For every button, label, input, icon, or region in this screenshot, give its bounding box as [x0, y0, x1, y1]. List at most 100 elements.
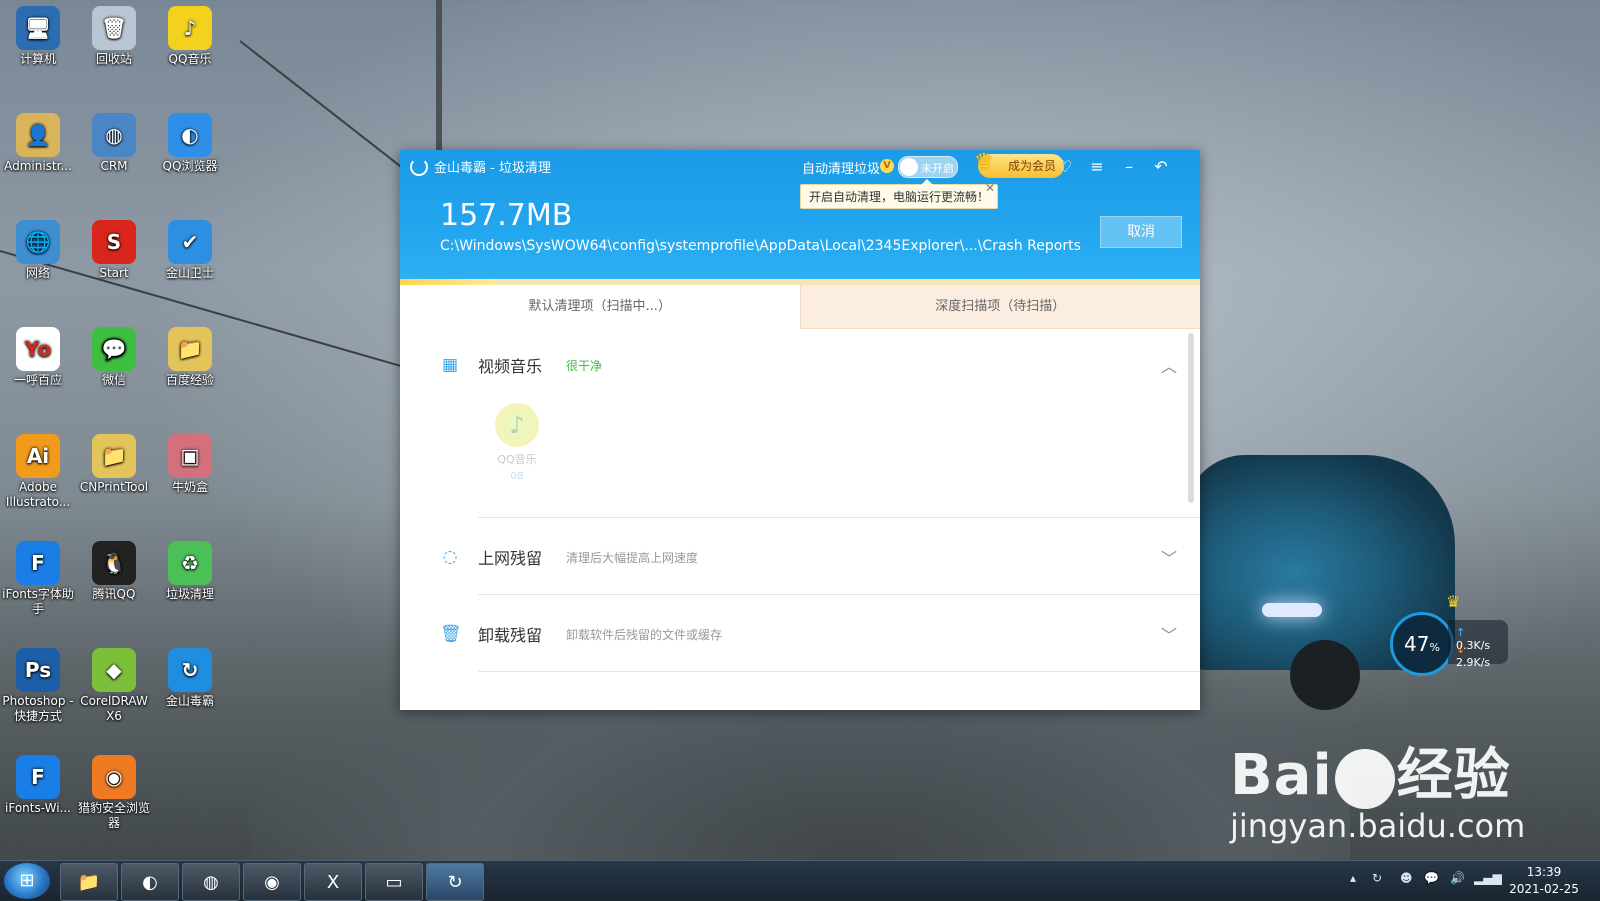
- cheetah-browser-icon[interactable]: ◉: [243, 863, 301, 901]
- desktop-icon[interactable]: S Start: [76, 214, 152, 281]
- qq-browser-icon[interactable]: ◐: [121, 863, 179, 901]
- app-tray-icon[interactable]: ☻: [1400, 871, 1413, 885]
- scrollbar[interactable]: [1188, 333, 1194, 503]
- desktop-icon-label: Administr...: [4, 159, 72, 173]
- desktop-icon[interactable]: 🖥 计算机: [0, 0, 76, 67]
- desktop-icon-label: 牛奶盒: [171, 480, 208, 494]
- auto-clean-toggle[interactable]: 未开启: [898, 156, 958, 178]
- gauge-percent: 47: [1404, 632, 1430, 656]
- network-signal-icon[interactable]: ▂▄▆: [1474, 871, 1502, 885]
- desktop-icon[interactable]: 🐧 腾讯QQ: [76, 535, 152, 602]
- category-status: 很干净: [566, 358, 603, 373]
- desktop-icon-label: Photoshop - 快捷方式: [2, 694, 74, 723]
- clock-time: 13:39: [1526, 865, 1562, 879]
- arrow-up-icon: ↑: [1456, 626, 1466, 639]
- crown-icon: ♛: [1446, 592, 1461, 611]
- category-name: 上网残留: [478, 549, 543, 568]
- globe-icon[interactable]: ◍: [182, 863, 240, 901]
- divider: [478, 594, 1200, 595]
- qq-icon: 🐧: [92, 541, 136, 585]
- desktop-icon[interactable]: ◐ QQ浏览器: [152, 107, 228, 174]
- cancel-button[interactable]: 取消: [1100, 216, 1182, 248]
- loading-icon: ◌: [442, 547, 458, 567]
- watermark-url: jingyan.baidu.com: [1230, 807, 1526, 845]
- desktop-icon[interactable]: ↻ 金山毒霸: [152, 642, 228, 709]
- desktop-icon-label: 金山卫士: [165, 266, 214, 280]
- window-title-bar[interactable]: 金山毒霸 - 垃圾清理: [410, 157, 551, 176]
- desktop-icon[interactable]: FiFonts字体助手: [0, 535, 76, 617]
- vip-badge-icon: V: [880, 159, 894, 173]
- ifonts-icon: F: [16, 541, 60, 585]
- category-description: 清理后大幅提高上网速度: [566, 550, 699, 565]
- app-item-name: QQ音乐: [497, 453, 537, 466]
- desktop-icon[interactable]: Yo 一呼百应: [0, 321, 76, 388]
- desktop-icon[interactable]: 👤 Administr...: [0, 107, 76, 174]
- window-title: 金山毒霸 - 垃圾清理: [434, 161, 551, 176]
- folder-icon: 📁: [92, 434, 136, 478]
- start-button[interactable]: ⊞: [4, 863, 50, 899]
- watermark-text: Bai: [1230, 743, 1333, 808]
- taskbar: ⊞ 📁 ◐ ◍ ◉ X ▭ ↻ ▴ ↻ ☻ 💬 🔊 ▂▄▆ 13:39 2021-02-25: [0, 860, 1600, 901]
- desktop-icon[interactable]: 📁 百度经验: [152, 321, 228, 388]
- desktop-icon-label: iFonts-Wi...: [5, 801, 71, 815]
- desktop-icon[interactable]: ◍ CRM: [76, 107, 152, 174]
- excel-icon[interactable]: X: [304, 863, 362, 901]
- wechat-icon: 💬: [92, 327, 136, 371]
- desktop-icon[interactable]: ✔ 金山卫士: [152, 214, 228, 281]
- app-item-size: 0B: [510, 471, 524, 482]
- chevron-down-icon[interactable]: ﹀: [1158, 545, 1180, 568]
- desktop-icon[interactable]: ▣ 牛奶盒: [152, 428, 228, 495]
- desktop-icon[interactable]: 🌐 网络: [0, 214, 76, 281]
- duba-icon[interactable]: ↻: [426, 863, 484, 901]
- desktop-icon-label: CRM: [100, 159, 128, 173]
- desktop-icon[interactable]: Ps Photoshop - 快捷方式: [0, 642, 76, 724]
- heart-icon[interactable]: ♡: [1054, 156, 1076, 178]
- duba-tray-icon[interactable]: ↻: [1372, 871, 1382, 885]
- scanned-size: 157.7MB: [440, 198, 573, 233]
- desktop-icon[interactable]: ♻ 垃圾清理: [152, 535, 228, 602]
- coreldraw-icon: ◆: [92, 648, 136, 692]
- desktop-icon[interactable]: 🗑 回收站: [76, 0, 152, 67]
- file-explorer-icon[interactable]: 📁: [60, 863, 118, 901]
- auto-clean-tooltip: 开启自动清理，电脑运行更流畅！ ✕: [800, 179, 999, 209]
- cleanup-icon: ♻: [168, 541, 212, 585]
- tab-deep-scan[interactable]: 深度扫描项（待扫描）: [799, 285, 1200, 329]
- auto-clean-label: 自动清理垃圾: [802, 162, 881, 177]
- photo-viewer-icon[interactable]: ▭: [365, 863, 423, 901]
- duba-logo-icon: [410, 157, 428, 176]
- scan-tabs: 默认清理项（扫描中...） 深度扫描项（待扫描）: [400, 285, 1200, 329]
- desktop-icon[interactable]: ◆ CorelDRAW X6: [76, 642, 152, 724]
- wechat-tray-icon[interactable]: 💬: [1424, 871, 1439, 885]
- app-item-qq-music[interactable]: ♪ QQ音乐 0B: [492, 403, 542, 482]
- film-icon: ▦: [441, 355, 459, 375]
- clock-date: 2021-02-25: [1509, 882, 1579, 896]
- wallpaper-car-wheel: [1290, 640, 1360, 710]
- illustrator-icon: Ai: [16, 434, 60, 478]
- menu-icon[interactable]: ≡: [1086, 156, 1108, 178]
- category-description: 卸载软件后残留的文件或缓存: [566, 627, 723, 642]
- back-icon[interactable]: ↶: [1150, 156, 1172, 178]
- chevron-down-icon[interactable]: ﹀: [1158, 622, 1180, 645]
- desktop-icon[interactable]: ♪ QQ音乐: [152, 0, 228, 67]
- toggle-state-text: 未开启: [921, 162, 954, 175]
- clock[interactable]: 13:39 2021-02-25: [1504, 864, 1584, 898]
- desktop-icon-label: CNPrintTool: [79, 480, 149, 494]
- minimize-icon[interactable]: –: [1118, 156, 1140, 178]
- computer-icon: 🖥: [16, 6, 60, 50]
- tab-default-clean[interactable]: 默认清理项（扫描中...）: [400, 285, 800, 329]
- category-row-uninstall-residue[interactable]: 🗑 卸载残留 卸载软件后残留的文件或缓存 ﹀: [440, 614, 1188, 654]
- desktop-icon[interactable]: ◉ 猎豹安全浏览器: [76, 749, 152, 831]
- desktop-icon[interactable]: FiFonts-Wi...: [0, 749, 76, 816]
- tray-expand-icon[interactable]: ▴: [1350, 871, 1356, 885]
- chevron-up-icon[interactable]: ︿: [1158, 353, 1180, 376]
- category-row-web-residue[interactable]: ◌ 上网残留 清理后大幅提高上网速度 ﹀: [440, 537, 1188, 577]
- volume-icon[interactable]: 🔊: [1450, 871, 1465, 885]
- category-row-video-music[interactable]: ▦ 视频音乐 很干净 ︿: [440, 345, 1188, 385]
- desktop-icon[interactable]: 📁 CNPrintTool: [76, 428, 152, 495]
- desktop-icon[interactable]: Ai Adobe Illustrato...: [0, 428, 76, 510]
- desktop-icon-label: 金山毒霸: [165, 694, 214, 708]
- close-icon[interactable]: ✕: [985, 181, 995, 195]
- desktop-icon-label: 回收站: [95, 52, 132, 66]
- desktop-icon-label: 微信: [101, 373, 126, 387]
- desktop-icon[interactable]: 💬 微信: [76, 321, 152, 388]
